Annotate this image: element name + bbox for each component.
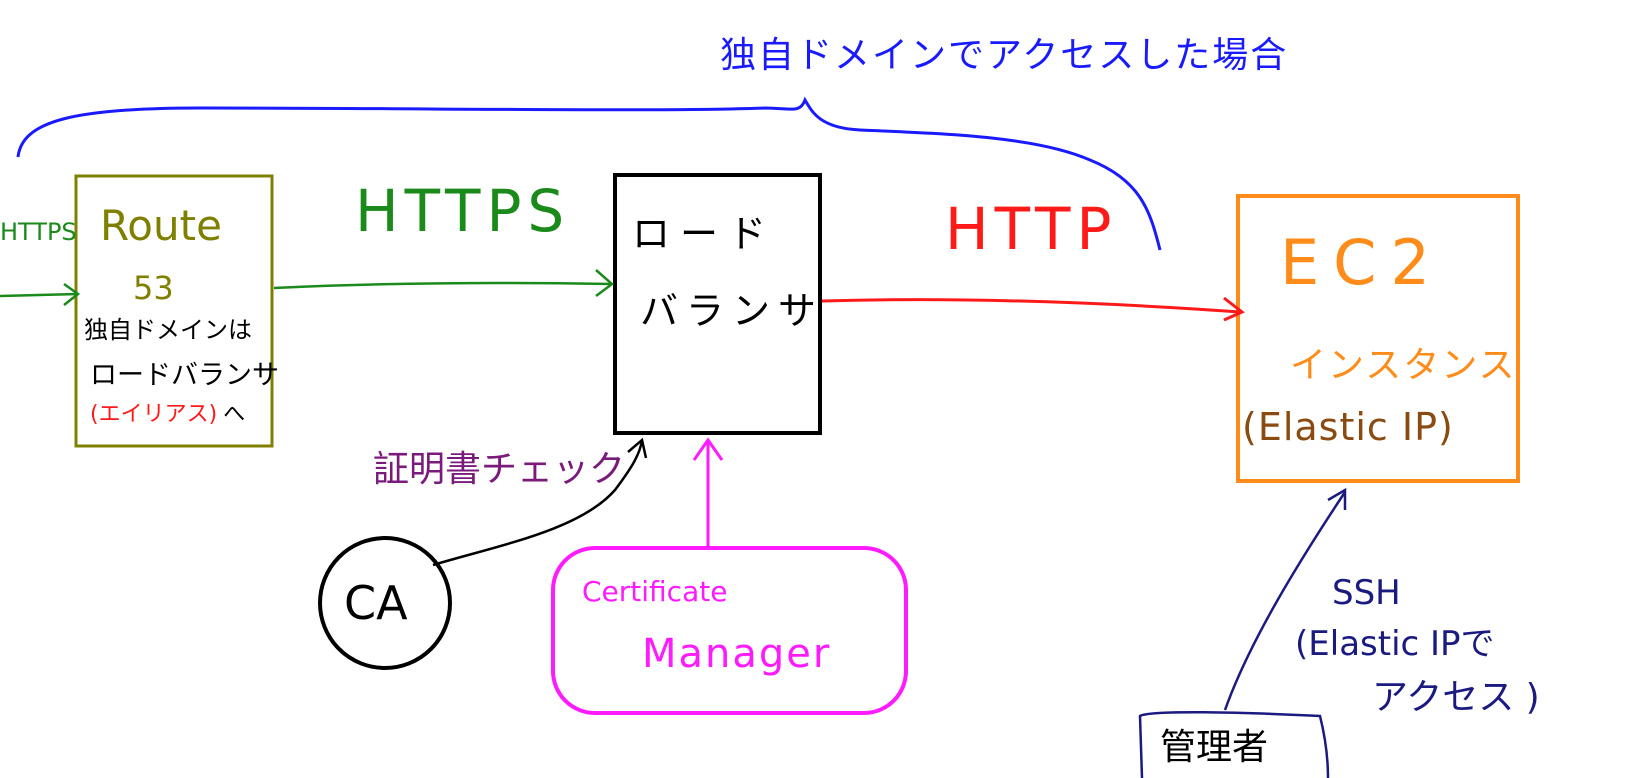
ec2-instance-label: インスタンス [1290,345,1517,386]
http-label: HTTP [945,195,1118,263]
https-label: HTTPS [355,177,571,245]
http-arrow [821,298,1241,314]
route53-note-line3: (エイリアス) へ [90,404,245,426]
ssh-note-line2: (Elastic IPで [1295,624,1495,664]
admin-label: 管理者 [1160,727,1269,768]
route53-note-line1: 独自ドメインは [84,316,252,344]
load-balancer-line2: バランサ [640,289,825,333]
ec2-elastic-ip-label: (Elastic IP) [1242,405,1454,449]
cert-check-label: 証明書チェック [373,449,626,490]
incoming-https-arrow [0,292,79,298]
route53-name: Route [100,201,222,250]
acm-line2: Manager [642,631,832,677]
route53-note-suffix: へ [223,402,246,427]
load-balancer-line1: ロード [632,212,777,256]
ssh-arrow [1223,491,1347,711]
route53-number: 53 [133,269,174,307]
diagram-title: 独自ドメインでアクセスした場合 [720,35,1289,76]
route53-alias: (エイリアス) [90,402,218,427]
incoming-https-label: HTTPS [0,218,77,246]
acm-line1: Certificate [582,575,728,608]
ec2-name: EC2 [1280,226,1444,299]
ssh-note-line3: アクセス ) [1372,677,1540,718]
ssh-label: SSH [1332,573,1401,613]
https-arrow [273,281,613,290]
ca-label: CA [344,576,408,630]
route53-note-line2: ロードバランサ [90,360,279,391]
